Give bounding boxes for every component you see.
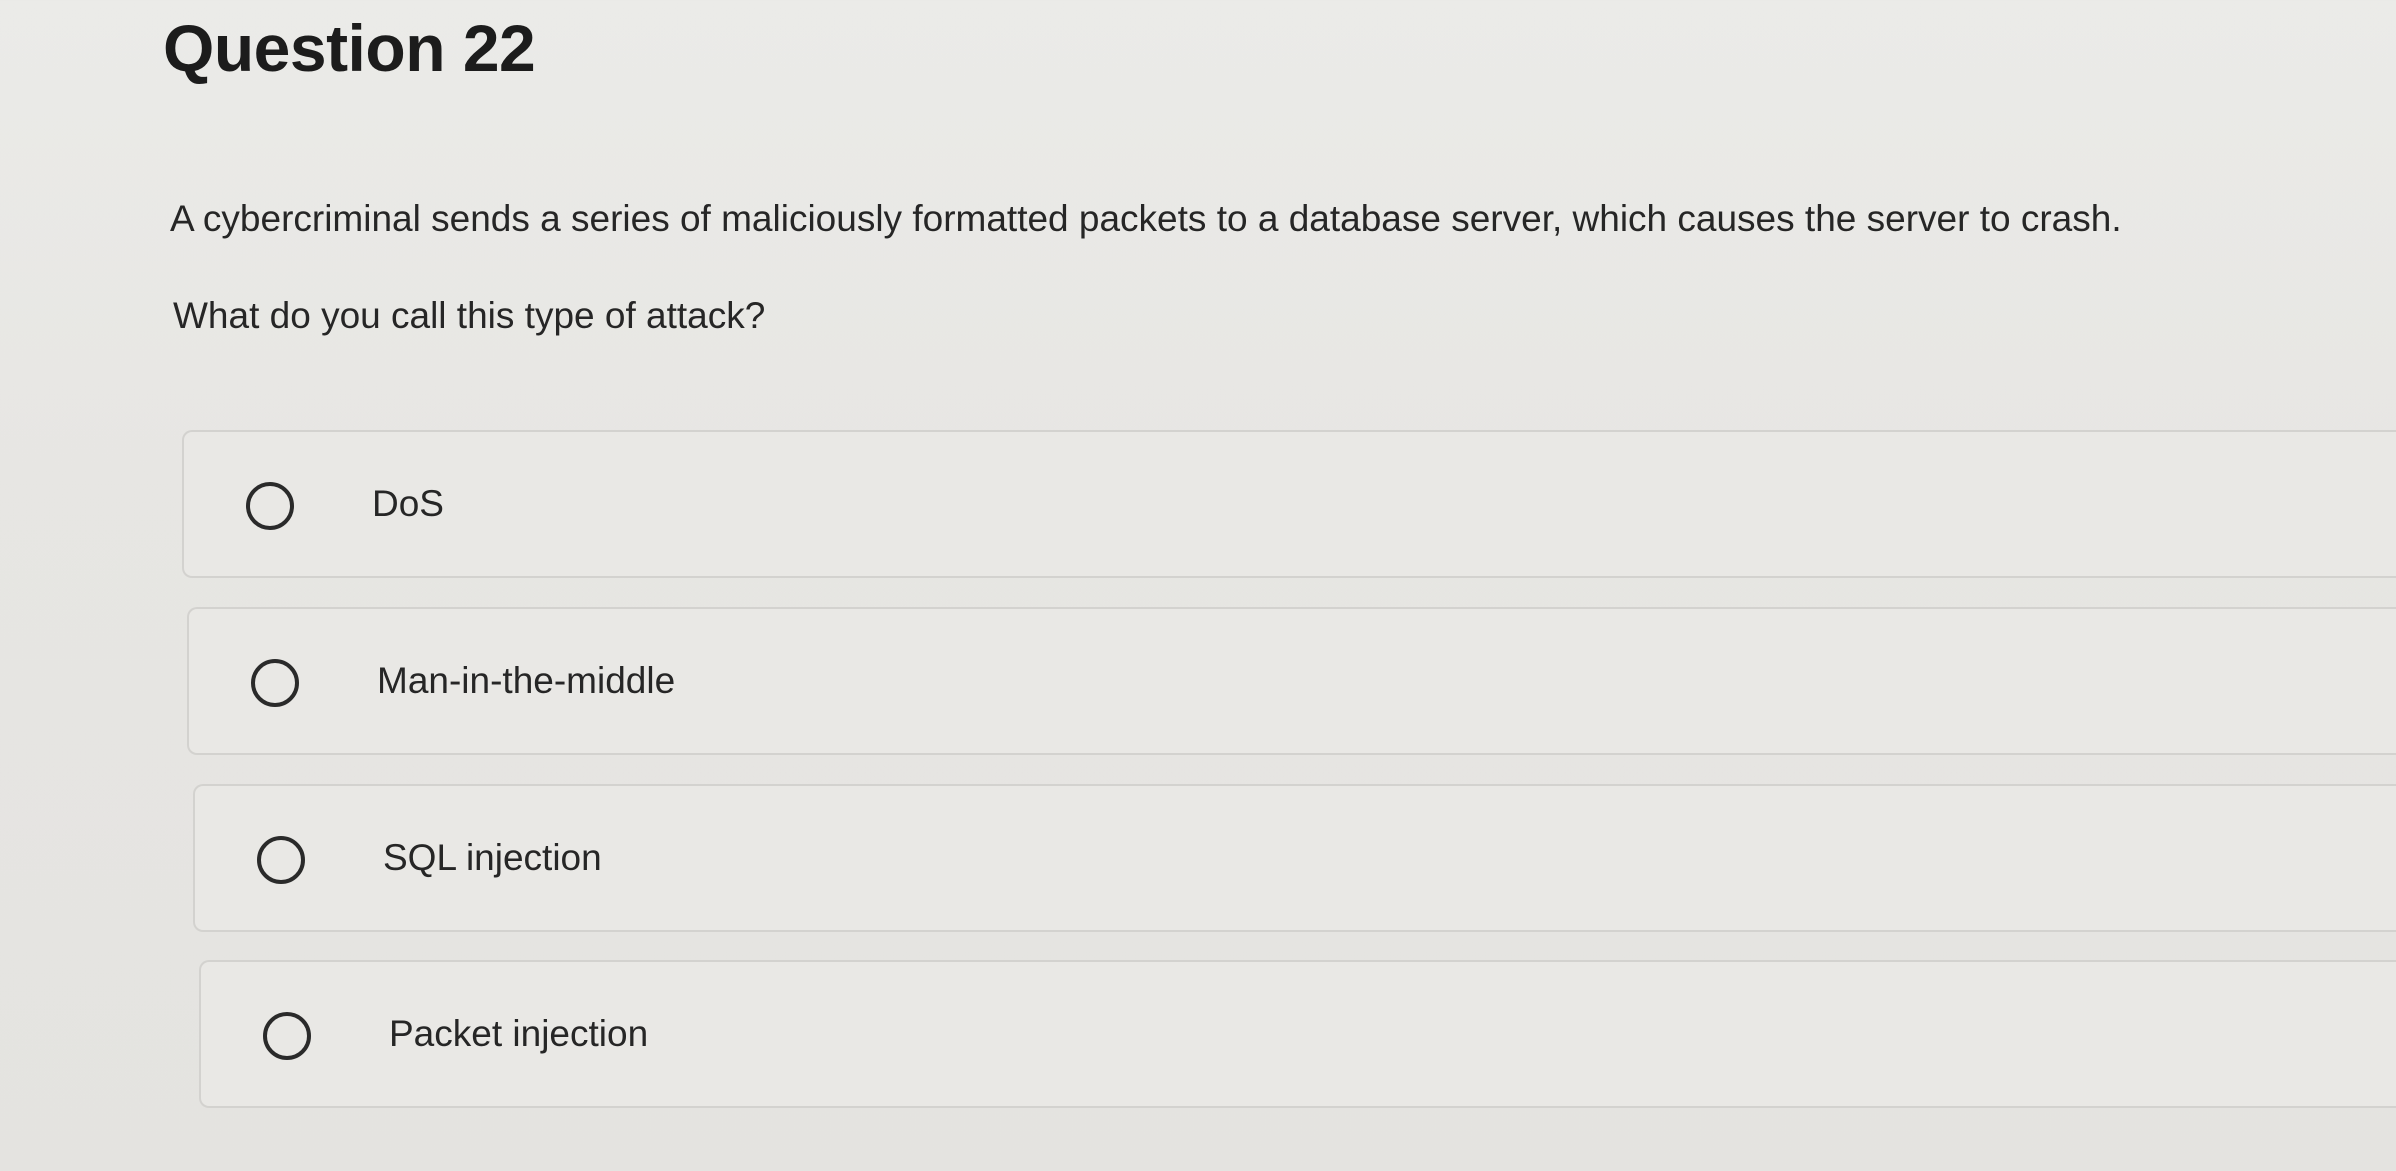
answer-option-label: DoS [372,483,444,524]
answer-option-sql-injection[interactable]: SQL injection [193,784,2396,932]
radio-button-icon[interactable] [257,836,305,884]
answer-option-label: Man-in-the-middle [377,660,676,701]
radio-button-icon[interactable] [246,482,294,530]
radio-button-icon[interactable] [263,1012,311,1060]
answer-option-man-in-the-middle[interactable]: Man-in-the-middle [187,607,2396,755]
answer-option-dos[interactable]: DoS [182,430,2396,578]
radio-button-icon[interactable] [251,659,299,707]
question-text: A cybercriminal sends a series of malici… [170,198,2122,239]
question-title: Question 22 [163,11,536,85]
answer-option-packet-injection[interactable]: Packet injection [199,960,2396,1108]
question-prompt: What do you call this type of attack? [173,295,766,336]
answer-option-label: SQL injection [383,837,602,878]
answer-option-label: Packet injection [389,1013,649,1054]
